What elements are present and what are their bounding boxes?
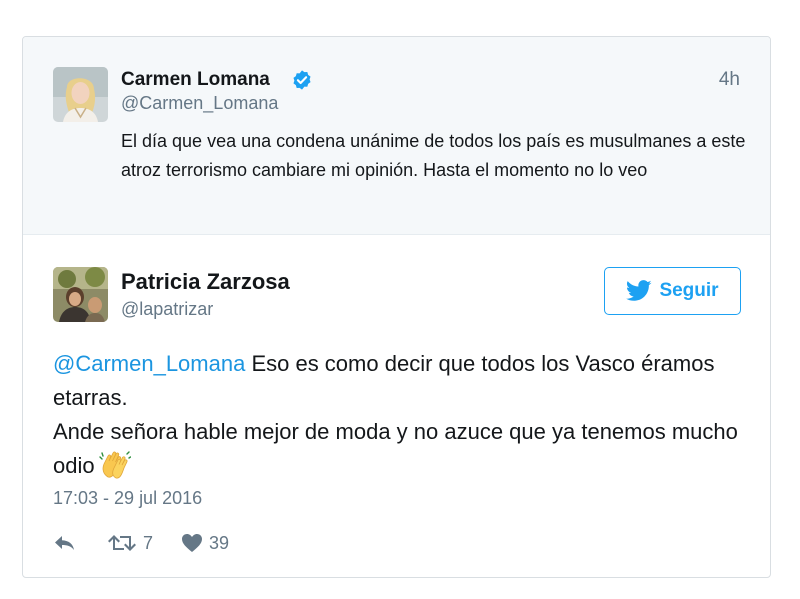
follow-button-label: Seguir bbox=[659, 280, 719, 301]
mention-link[interactable]: @Carmen_Lomana bbox=[53, 351, 245, 376]
parent-author-name[interactable]: Carmen Lomana bbox=[121, 69, 270, 91]
reply-icon bbox=[55, 536, 74, 550]
waving-hands-emoji bbox=[98, 450, 131, 480]
reply-button[interactable] bbox=[53, 533, 77, 553]
heart-icon bbox=[182, 534, 203, 552]
reply-author-name[interactable]: Patricia Zarzosa bbox=[121, 269, 290, 295]
retweet-icon bbox=[108, 535, 136, 551]
reply-timestamp[interactable]: 17:03 - 29 jul 2016 bbox=[53, 488, 202, 509]
verified-badge-icon bbox=[291, 69, 313, 91]
tweet-embed-card: Carmen Lomana @Carmen_Lomana 4h El día q… bbox=[22, 36, 771, 578]
twitter-bird-icon bbox=[626, 280, 653, 301]
reply-tweet-text: @Carmen_Lomana Eso es como decir que tod… bbox=[53, 347, 743, 483]
follow-button[interactable]: Seguir bbox=[604, 267, 741, 315]
parent-author-handle[interactable]: @Carmen_Lomana bbox=[121, 93, 278, 114]
reply-text-line-2: Ande señora hable mejor de moda y no azu… bbox=[53, 419, 738, 478]
reply-author-handle[interactable]: @lapatrizar bbox=[121, 299, 213, 320]
tweet-actions: 7 39 bbox=[53, 530, 229, 556]
like-count: 39 bbox=[209, 532, 230, 553]
avatar-patricia-zarzosa[interactable] bbox=[53, 267, 108, 322]
parent-timestamp[interactable]: 4h bbox=[719, 69, 740, 91]
like-button[interactable]: 39 bbox=[181, 533, 229, 554]
retweet-count: 7 bbox=[143, 532, 154, 553]
avatar-carmen-lomana[interactable] bbox=[53, 67, 108, 122]
parent-tweet[interactable]: Carmen Lomana @Carmen_Lomana 4h El día q… bbox=[23, 37, 770, 235]
parent-tweet-text: El día que vea una condena unánime de to… bbox=[121, 131, 746, 180]
retweet-button[interactable]: 7 bbox=[107, 533, 153, 554]
